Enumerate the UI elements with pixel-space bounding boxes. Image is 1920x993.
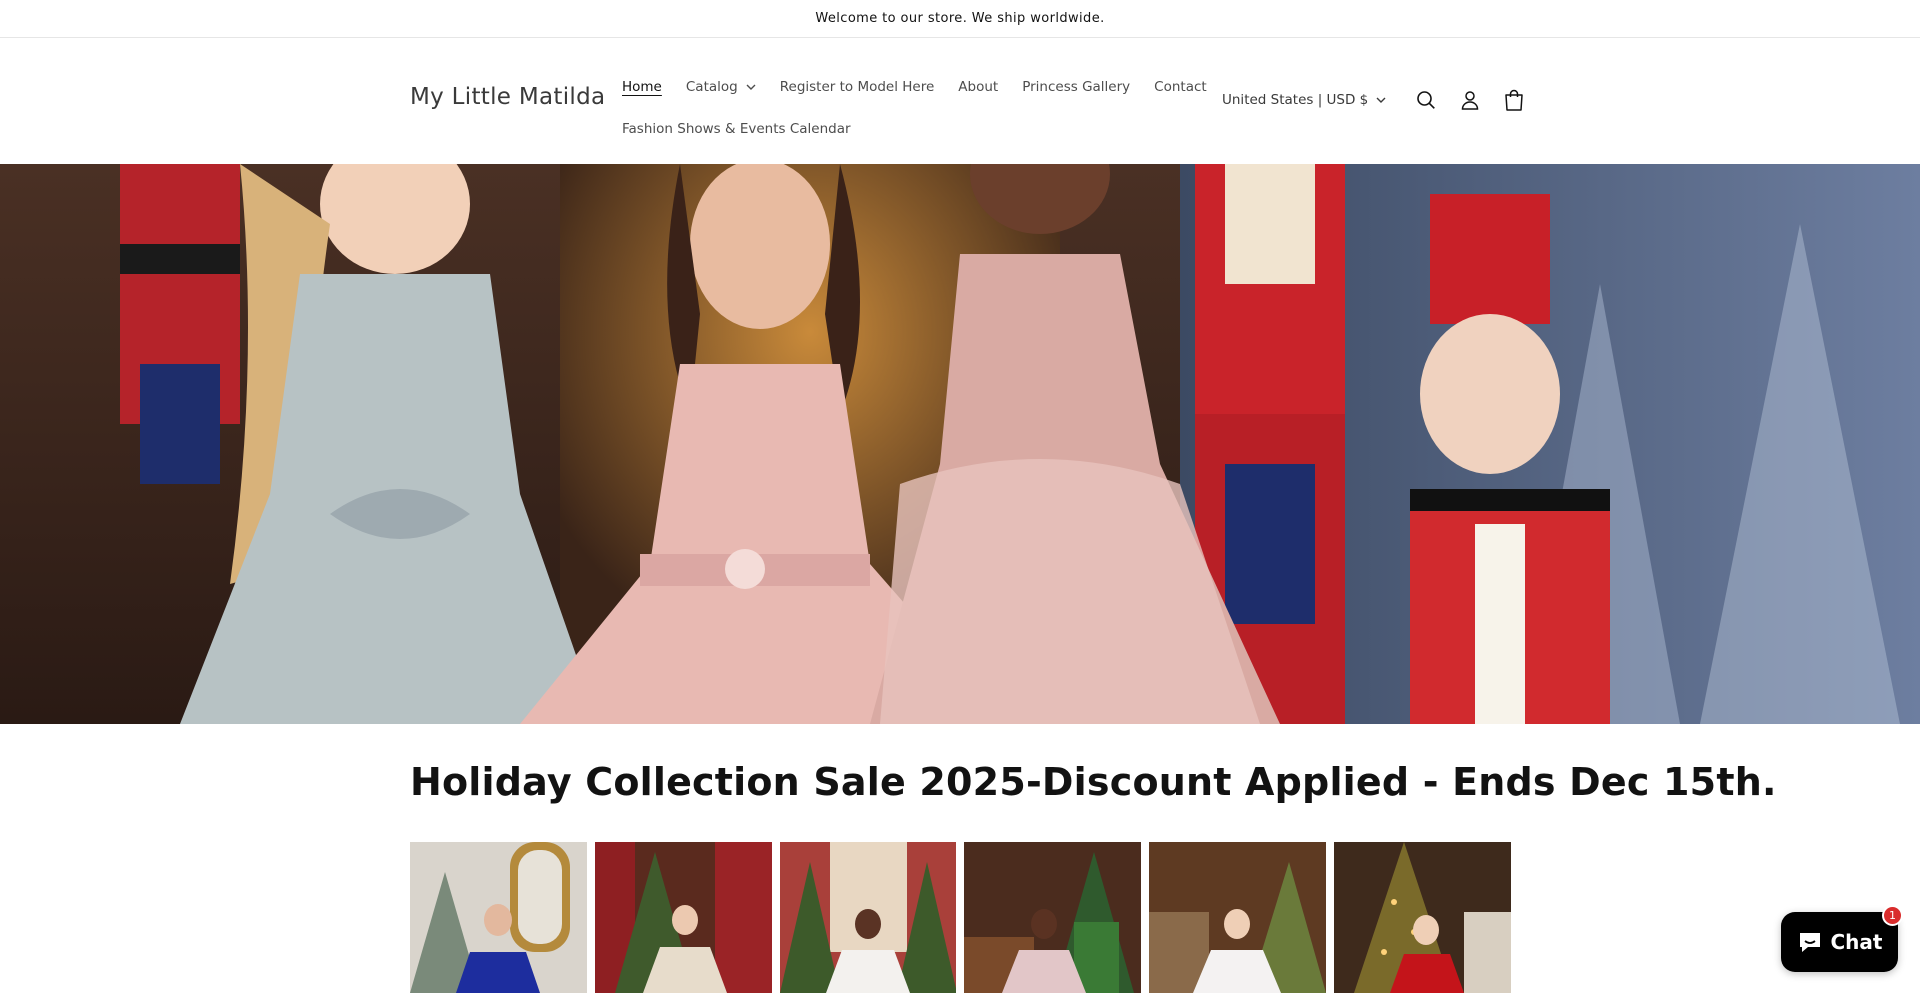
nav-princess-gallery[interactable]: Princess Gallery — [1022, 79, 1130, 95]
chat-button[interactable]: Chat — [1781, 912, 1898, 972]
sale-heading: Holiday Collection Sale 2025-Discount Ap… — [410, 760, 1777, 804]
store-logo[interactable]: My Little Matilda — [410, 84, 605, 110]
announcement-text: Welcome to our store. We ship worldwide. — [815, 11, 1105, 26]
gallery-item[interactable] — [964, 842, 1142, 993]
chat-bubble-icon — [1799, 933, 1820, 952]
nav-row-1: Home Catalog Register to Model Here Abou… — [622, 66, 1207, 108]
cart-icon[interactable] — [1492, 78, 1536, 122]
product-gallery — [410, 842, 1511, 993]
site-header: My Little Matilda Home Catalog Register … — [0, 38, 1920, 164]
nav-about[interactable]: About — [958, 79, 998, 95]
account-icon[interactable] — [1448, 78, 1492, 122]
gallery-item[interactable] — [1334, 842, 1511, 993]
nav-row-2: Fashion Shows & Events Calendar — [622, 108, 1202, 150]
gallery-item[interactable] — [410, 842, 587, 993]
nav-home[interactable]: Home — [622, 79, 662, 95]
announcement-bar: Welcome to our store. We ship worldwide. — [0, 0, 1920, 38]
nav-contact[interactable]: Contact — [1154, 79, 1207, 95]
chevron-down-icon — [1376, 97, 1386, 103]
chat-label: Chat — [1830, 930, 1883, 954]
chevron-down-icon — [746, 84, 756, 90]
header-actions: United States | USD $ — [1222, 82, 1536, 118]
chat-notification-badge: 1 — [1882, 905, 1903, 926]
nav-register-model[interactable]: Register to Model Here — [780, 79, 935, 95]
locale-label: United States | USD $ — [1222, 92, 1369, 108]
gallery-item[interactable] — [594, 842, 772, 993]
gallery-item[interactable] — [1149, 842, 1327, 993]
search-icon[interactable] — [1404, 78, 1448, 122]
nav-catalog[interactable]: Catalog — [686, 79, 756, 95]
gallery-item[interactable] — [779, 842, 957, 993]
main-nav: Home Catalog Register to Model Here Abou… — [622, 66, 1207, 150]
nav-fashion-shows[interactable]: Fashion Shows & Events Calendar — [622, 121, 851, 137]
hero-banner-image — [0, 164, 1920, 724]
nav-catalog-label: Catalog — [685, 79, 738, 95]
country-currency-selector[interactable]: United States | USD $ — [1222, 92, 1386, 108]
